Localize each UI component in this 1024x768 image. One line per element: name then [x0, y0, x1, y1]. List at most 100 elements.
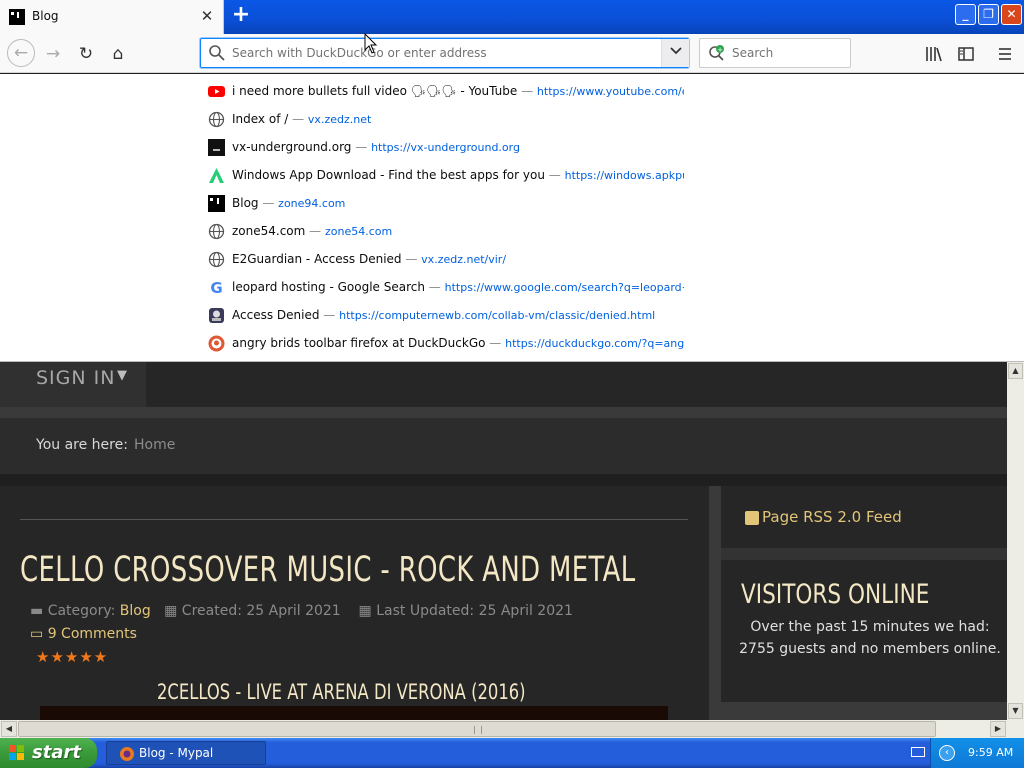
autocomplete-title: Access Denied — [232, 308, 320, 322]
duckduckgo-icon — [208, 335, 225, 352]
autocomplete-text: angry brids toolbar firefox at DuckDuckG… — [232, 336, 684, 350]
search-engine-icon: + — [709, 45, 724, 61]
site-nav: SIGN IN ▼ — [0, 362, 1007, 407]
google-icon: G — [208, 279, 225, 297]
maximize-button[interactable]: ❐ — [978, 4, 999, 25]
rss-icon — [745, 511, 759, 525]
breadcrumb: You are here: Home — [0, 418, 1007, 474]
rss-module: Page RSS 2.0 Feed — [721, 486, 1007, 548]
sign-in-menu[interactable]: SIGN IN ▼ — [0, 362, 146, 407]
divider — [0, 474, 1007, 486]
autocomplete-url: vx.zedz.net — [307, 113, 372, 126]
autocomplete-item[interactable]: Windows App Download - Find the best app… — [0, 162, 1024, 190]
autocomplete-item[interactable]: Gleopard hosting - Google Search — https… — [0, 274, 1024, 302]
scroll-up-arrow-icon[interactable]: ▲ — [1008, 363, 1023, 379]
article-meta: ▬ Category: Blog ▦ Created: 25 April 202… — [30, 603, 573, 619]
autocomplete-item[interactable]: vx-underground.org — https://vx-undergro… — [0, 134, 1024, 162]
svg-text:G: G — [210, 279, 222, 296]
folder-icon: ▬ — [30, 603, 44, 619]
autocomplete-item[interactable]: E2Guardian - Access Denied — vx.zedz.net… — [0, 246, 1024, 274]
hamburger-menu-icon[interactable] — [992, 41, 1018, 67]
search-input[interactable] — [732, 43, 842, 63]
autocomplete-text: Index of / — vx.zedz.net — [232, 112, 371, 126]
new-tab-button[interactable]: + — [229, 4, 253, 28]
chevron-left-icon[interactable]: ‹ — [939, 745, 955, 761]
autocomplete-title: Index of / — [232, 112, 289, 126]
minimize-button[interactable]: _ — [955, 4, 976, 25]
title-bar: Blog ✕ + _ ❐ ✕ — [0, 0, 1024, 34]
autocomplete-item[interactable]: Blog — zone94.com — [0, 190, 1024, 218]
globe-icon — [208, 223, 225, 240]
search-icon — [209, 45, 225, 61]
nav-toolbar: ← → ↻ ⌂ + — [0, 34, 1024, 73]
autocomplete-separator: — — [305, 224, 325, 238]
web-page: SIGN IN ▼ You are here: Home CELLO CROSS… — [0, 362, 1007, 720]
sidebar-toggle-icon[interactable] — [953, 41, 979, 67]
divider — [721, 702, 1007, 720]
sign-in-label: SIGN IN — [36, 367, 116, 389]
close-window-button[interactable]: ✕ — [1001, 4, 1022, 25]
autocomplete-separator: — — [258, 196, 279, 210]
forward-button[interactable]: → — [40, 41, 66, 67]
reload-button[interactable]: ↻ — [73, 41, 99, 67]
keyboard-icon[interactable] — [911, 747, 925, 757]
video-embed[interactable] — [40, 706, 668, 720]
url-bar[interactable] — [200, 38, 689, 68]
vertical-scrollbar[interactable]: ▲ ▼ — [1007, 362, 1024, 720]
category-label: Category: — [47, 603, 116, 619]
scrollbar-thumb[interactable] — [18, 721, 936, 737]
autocomplete-separator: — — [424, 280, 445, 294]
scrollbar-grip — [474, 726, 482, 734]
autocomplete-text: Blog — zone94.com — [232, 196, 345, 210]
tab-close-icon[interactable]: ✕ — [198, 7, 216, 25]
autocomplete-text: leopard hosting - Google Search — https:… — [232, 280, 684, 294]
scroll-left-arrow-icon[interactable]: ◀ — [1, 721, 17, 737]
blog-icon — [208, 195, 225, 212]
svg-text:+: + — [717, 46, 723, 54]
autocomplete-url: https://windows.apkpure. — [564, 169, 684, 182]
taskbar-item-mypal[interactable]: Blog - Mypal — [106, 741, 266, 765]
computernewb-icon — [208, 307, 225, 324]
tab-blog[interactable]: Blog ✕ — [0, 0, 224, 34]
scroll-right-arrow-icon[interactable]: ▶ — [990, 721, 1006, 737]
visitors-title: VISITORS ONLINE — [741, 579, 930, 610]
apkpure-icon — [208, 167, 225, 184]
mypal-icon — [120, 747, 134, 761]
url-input[interactable] — [232, 43, 652, 63]
autocomplete-separator: — — [517, 84, 537, 98]
autocomplete-url: https://computernewb.com/collab-vm/class… — [339, 309, 656, 322]
autocomplete-separator: — — [401, 252, 422, 266]
autocomplete-url: vx.zedz.net/vir/ — [421, 253, 507, 266]
autocomplete-title: vx-underground.org — [232, 140, 352, 154]
autocomplete-item[interactable]: i need more bullets full video 🗣🗣🗣 - You… — [0, 78, 1024, 106]
clock[interactable]: 9:59 AM — [968, 746, 1013, 759]
url-history-dropdown-button[interactable] — [661, 39, 689, 67]
blog-favicon-icon — [9, 9, 25, 25]
video-title: 2CELLOS - LIVE AT ARENA DI VERONA (2016) — [157, 680, 526, 704]
autocomplete-separator: — — [319, 308, 340, 322]
divider — [0, 407, 1007, 418]
horizontal-scrollbar[interactable]: ◀ ▶ — [0, 720, 1024, 738]
autocomplete-text: Windows App Download - Find the best app… — [232, 168, 684, 182]
rating-stars[interactable]: ★★★★★ — [36, 648, 108, 666]
autocomplete-item[interactable]: angry brids toolbar firefox at DuckDuckG… — [0, 330, 1024, 358]
autocomplete-item[interactable]: Access Denied — https://computernewb.com… — [0, 302, 1024, 330]
category-link[interactable]: Blog — [120, 603, 151, 619]
rss-link[interactable]: Page RSS 2.0 Feed — [762, 508, 902, 526]
back-button[interactable]: ← — [7, 39, 35, 67]
library-icon[interactable] — [921, 41, 947, 67]
autocomplete-item[interactable]: Index of / — vx.zedz.net — [0, 106, 1024, 134]
autocomplete-title: angry brids toolbar firefox at DuckDuckG… — [232, 336, 486, 350]
autocomplete-item[interactable]: zone54.com — zone54.com — [0, 218, 1024, 246]
autocomplete-title: i need more bullets full video 🗣🗣🗣 - You… — [232, 84, 518, 98]
autocomplete-text: i need more bullets full video 🗣🗣🗣 - You… — [232, 84, 684, 98]
scroll-down-arrow-icon[interactable]: ▼ — [1008, 703, 1023, 719]
home-button[interactable]: ⌂ — [105, 41, 131, 67]
autocomplete-title: leopard hosting - Google Search — [232, 280, 425, 294]
caret-down-icon: ▼ — [117, 368, 127, 383]
article-title[interactable]: CELLO CROSSOVER MUSIC - ROCK AND METAL — [20, 550, 636, 590]
visitors-module: VISITORS ONLINE Over the past 15 minutes… — [721, 560, 1007, 702]
comments-link[interactable]: ▭ 9 Comments — [30, 626, 137, 642]
start-button[interactable]: start — [0, 738, 97, 768]
search-bar[interactable]: + — [699, 38, 851, 68]
